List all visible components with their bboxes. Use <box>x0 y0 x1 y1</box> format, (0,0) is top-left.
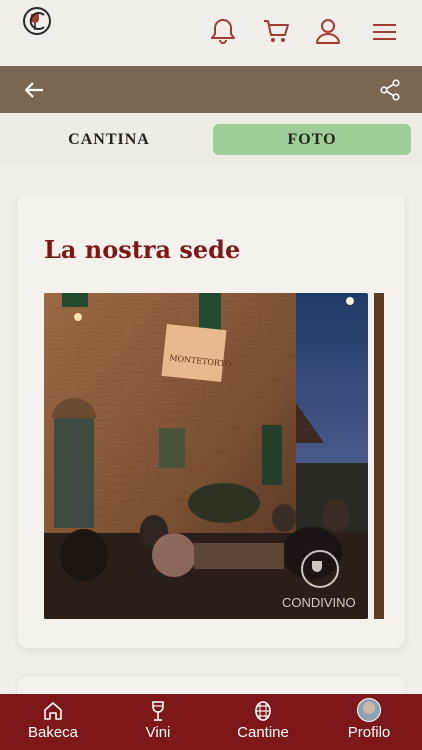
photo-card: La nostra sede MONTETORTO CONDIVINO <box>18 193 405 648</box>
avatar <box>357 698 381 722</box>
tab-bar: CANTINA FOTO <box>0 113 422 165</box>
nav-cantine[interactable]: Cantine <box>218 694 308 750</box>
tab-foto[interactable]: FOTO <box>213 124 411 155</box>
menu-icon[interactable] <box>370 16 400 46</box>
bottom-nav: Bakeca Vini Cantine Profilo <box>0 694 422 750</box>
next-photo-peek[interactable] <box>374 293 384 619</box>
nav-cantine-label: Cantine <box>237 724 289 741</box>
nav-profilo-label: Profilo <box>347 724 391 741</box>
winery-photo[interactable]: MONTETORTO CONDIVINO <box>44 293 368 619</box>
tab-cantina[interactable]: CANTINA <box>10 124 208 155</box>
user-icon[interactable] <box>313 16 343 46</box>
top-header <box>0 0 422 66</box>
back-arrow-icon[interactable] <box>22 78 46 102</box>
sub-header-bar <box>0 66 422 113</box>
nav-vini[interactable]: Vini <box>113 694 203 750</box>
wine-glass-icon <box>152 701 164 721</box>
nav-vini-label: Vini <box>145 724 171 741</box>
bell-icon[interactable] <box>208 16 238 46</box>
logo-icon[interactable] <box>20 4 54 38</box>
nav-bakeca[interactable]: Bakeca <box>8 694 98 750</box>
barrel-icon <box>255 701 271 721</box>
section-title: La nostra sede <box>44 235 241 264</box>
photo-watermark: CONDIVINO <box>282 595 356 610</box>
home-icon <box>44 702 62 720</box>
nav-bakeca-label: Bakeca <box>27 724 79 741</box>
nav-profilo[interactable]: Profilo <box>324 694 414 750</box>
cart-icon[interactable] <box>261 16 291 46</box>
share-icon[interactable] <box>378 78 402 102</box>
